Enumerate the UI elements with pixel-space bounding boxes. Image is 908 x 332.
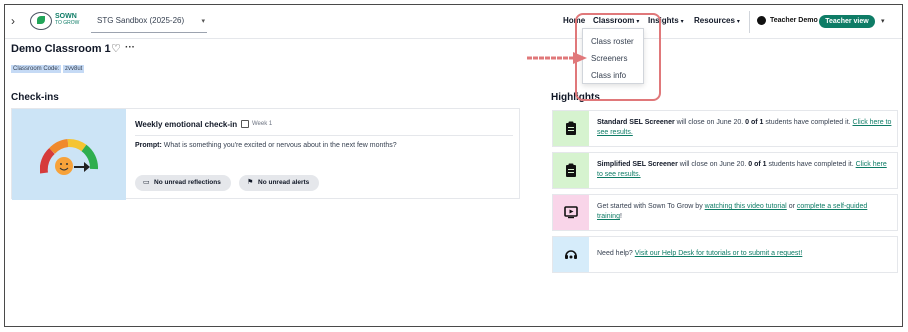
chevron-down-icon: ▾ <box>201 18 205 25</box>
icon-tile <box>553 111 589 146</box>
checkin-prompt: Prompt: What is something you're excited… <box>135 142 397 149</box>
completion-text: students have completed it. <box>763 119 853 126</box>
divider <box>135 135 513 136</box>
completion-count: 0 of 1 <box>745 119 764 126</box>
video-tutorial-link[interactable]: watching this video tutorial <box>705 203 787 210</box>
nav-divider <box>749 11 750 33</box>
flag-icon: ⚑ <box>247 179 254 186</box>
checkins-heading: Check-ins <box>11 92 59 103</box>
logo-icon[interactable] <box>30 12 52 30</box>
close-date-text: will close on June 20. <box>677 161 749 168</box>
classroom-code-value: zvv8ut <box>63 65 85 73</box>
org-select[interactable]: STG Sandbox (2025-26) ▾ <box>91 13 207 33</box>
teacher-view-button[interactable]: Teacher view <box>819 15 875 28</box>
prompt-label: Prompt: <box>135 142 162 149</box>
calendar-icon <box>241 120 249 128</box>
nav-insights[interactable]: Insights ▾ <box>648 16 684 25</box>
unread-reflections-badge[interactable]: ▭ No unread reflections <box>135 175 231 191</box>
chevron-down-icon[interactable]: ▾ <box>881 17 885 25</box>
completion-text: students have completed it. <box>766 161 856 168</box>
menu-item-class-roster[interactable]: Class roster <box>591 37 634 46</box>
menu-item-class-info[interactable]: Class info <box>591 71 626 80</box>
nav-classroom[interactable]: Classroom ▾ <box>593 16 639 25</box>
chevron-down-icon: ▾ <box>736 19 740 25</box>
menu-item-screeners[interactable]: Screeners <box>591 54 627 63</box>
logo-line-2: TO GROW <box>55 20 80 26</box>
close-date-text: will close on June 20. <box>674 119 746 126</box>
nav-resources[interactable]: Resources ▾ <box>694 16 740 25</box>
video-play-icon <box>564 206 578 219</box>
unread-alerts-label: No unread alerts <box>258 179 310 186</box>
more-options-icon[interactable]: ··· <box>125 42 135 53</box>
checkin-illustration <box>12 109 126 200</box>
clipboard-icon <box>566 163 576 177</box>
highlight-card-standard-sel: Standard SEL Screener will close on June… <box>552 110 898 147</box>
nav-resources-label: Resources <box>694 16 735 25</box>
clipboard-icon <box>566 121 576 135</box>
nav-home[interactable]: Home <box>563 16 585 25</box>
checkin-week: Week 1 <box>252 121 273 127</box>
nav-classroom-label: Classroom <box>593 16 635 25</box>
annotation-arrow <box>527 52 587 64</box>
screener-name: Simplified SEL Screener <box>597 161 678 168</box>
headset-icon <box>565 250 577 259</box>
nav-insights-label: Insights <box>648 16 679 25</box>
classroom-dropdown-menu: Class roster Screeners Class info <box>582 28 644 84</box>
chevron-down-icon: ▾ <box>636 19 640 25</box>
icon-tile <box>553 195 589 230</box>
highlight-card-simplified-sel: Simplified SEL Screener will close on Ju… <box>552 152 898 189</box>
highlight-text: Get started with Sown To Grow by watchin… <box>597 202 893 222</box>
user-icon <box>757 16 766 25</box>
checkin-title: Weekly emotional check-in <box>135 120 238 129</box>
chevron-right-icon[interactable]: › <box>11 14 15 28</box>
highlight-text: Simplified SEL Screener will close on Ju… <box>597 160 893 180</box>
message-icon: ▭ <box>143 179 150 186</box>
unread-alerts-badge[interactable]: ⚑ No unread alerts <box>239 175 319 191</box>
org-select-value: STG Sandbox (2025-26) <box>97 16 185 25</box>
prompt-text: What is something you're excited or nerv… <box>163 142 397 149</box>
icon-tile <box>553 153 589 188</box>
need-help-text: Need help? <box>597 250 635 257</box>
page-title: Demo Classroom 1 <box>11 43 111 55</box>
emotion-gauge-icon <box>40 139 98 175</box>
logo-text[interactable]: SOWN TO GROW <box>55 13 79 27</box>
highlights-heading: Highlights <box>551 92 600 103</box>
highlight-text: Standard SEL Screener will close on June… <box>597 118 893 138</box>
screener-name: Standard SEL Screener <box>597 119 675 126</box>
or-text: or <box>786 203 797 210</box>
classroom-code-label: Classroom Code: <box>11 65 62 73</box>
highlight-card-get-started: Get started with Sown To Grow by watchin… <box>552 194 898 231</box>
app-window: › SOWN TO GROW STG Sandbox (2025-26) ▾ H… <box>4 4 903 327</box>
unread-reflections-label: No unread reflections <box>154 179 221 186</box>
help-desk-link[interactable]: Visit our Help Desk for tutorials or to … <box>635 250 803 257</box>
logo-line-1: SOWN <box>55 13 77 20</box>
heart-icon[interactable]: ♡ <box>111 42 121 55</box>
teacher-name[interactable]: Teacher Demo <box>770 17 818 24</box>
top-navigation-bar: › SOWN TO GROW STG Sandbox (2025-26) ▾ H… <box>5 5 902 39</box>
exclamation-text: ! <box>619 213 622 220</box>
checkin-body: Weekly emotional check-in Week 1 Prompt:… <box>135 109 519 198</box>
chevron-down-icon: ▾ <box>680 19 684 25</box>
icon-tile <box>553 237 589 272</box>
completion-count: 0 of 1 <box>748 161 767 168</box>
highlight-text: Need help? Visit our Help Desk for tutor… <box>597 249 893 259</box>
highlight-card-help: Need help? Visit our Help Desk for tutor… <box>552 236 898 273</box>
get-started-text: Get started with Sown To Grow by <box>597 203 705 210</box>
checkin-card[interactable]: Weekly emotional check-in Week 1 Prompt:… <box>11 108 520 200</box>
